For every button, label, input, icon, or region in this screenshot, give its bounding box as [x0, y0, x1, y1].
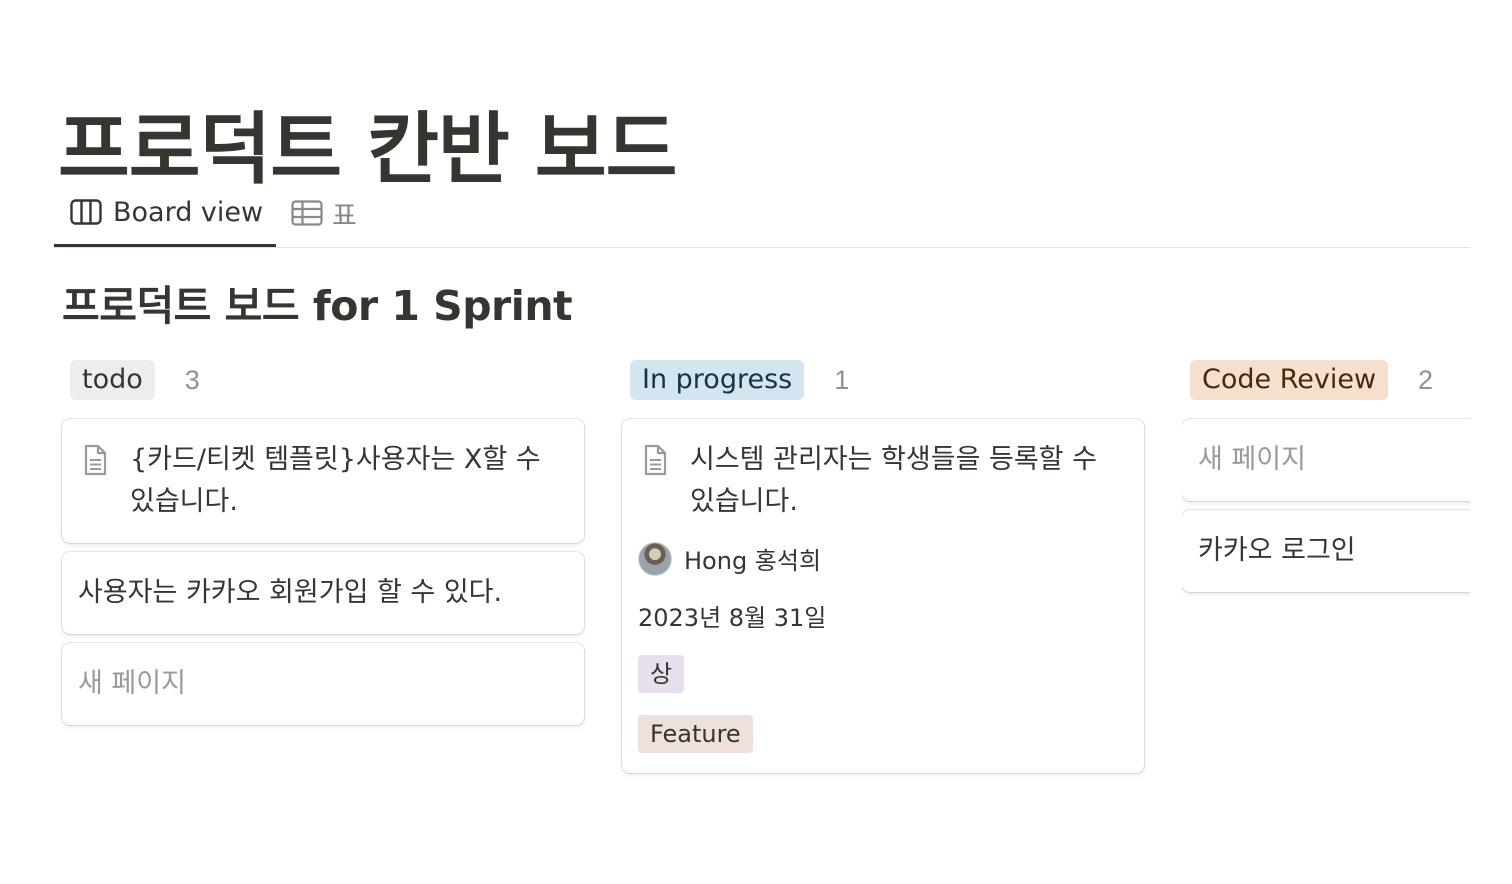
status-pill-todo: todo — [70, 360, 155, 400]
board-card[interactable]: 새 페이지 — [1182, 419, 1470, 501]
status-pill-code-review: Code Review — [1190, 360, 1389, 400]
column-todo: todo 3 {카드/티켓 템플릿}사용자는 X할 수 있습니다. 사용자는 카… — [62, 360, 584, 734]
document-icon — [78, 443, 112, 477]
column-in-progress: In progress 1 시스템 관리자는 학생들을 등록할 수 있습니다. — [622, 360, 1144, 782]
type-tag: Feature — [638, 715, 753, 753]
tab-table-view[interactable]: 표 — [290, 180, 357, 246]
tab-board-view[interactable]: Board view — [54, 180, 276, 247]
column-header[interactable]: todo 3 — [62, 360, 584, 400]
board-card[interactable]: {카드/티켓 템플릿}사용자는 X할 수 있습니다. — [62, 419, 584, 543]
card-title: 시스템 관리자는 학생들을 등록할 수 있습니다. — [690, 444, 1097, 517]
status-pill-in-progress: In progress — [630, 360, 805, 400]
column-count: 1 — [834, 364, 850, 395]
column-header[interactable]: Code Review 2 — [1182, 360, 1470, 400]
table-icon — [290, 199, 324, 227]
view-tabs: Board view 표 — [54, 180, 1470, 248]
priority-tag: 상 — [638, 655, 685, 693]
card-title-placeholder: 새 페이지 — [78, 668, 186, 699]
avatar — [638, 541, 672, 576]
board-card[interactable]: 시스템 관리자는 학생들을 등록할 수 있습니다. Hong 홍석희 2023년… — [622, 419, 1144, 773]
tab-board-view-label: Board view — [113, 196, 264, 228]
assignee-name: Hong 홍석희 — [684, 547, 822, 575]
column-count: 2 — [1418, 364, 1434, 395]
board-title[interactable]: 프로덕트 보드 for 1 Sprint — [62, 272, 573, 332]
card-title: 카카오 로그인 — [1198, 535, 1356, 566]
board-card[interactable]: 카카오 로그인 — [1182, 510, 1470, 592]
tab-table-view-label: 표 — [332, 200, 357, 232]
board-card[interactable]: 사용자는 카카오 회원가입 할 수 있다. — [62, 552, 584, 634]
assignee-property: Hong 홍석희 — [638, 541, 1128, 576]
column-count: 3 — [184, 364, 200, 395]
document-icon — [638, 443, 672, 477]
board-card[interactable]: 새 페이지 — [62, 643, 584, 725]
column-header[interactable]: In progress 1 — [622, 360, 1144, 400]
card-title: {카드/티켓 템플릿}사용자는 X할 수 있습니다. — [130, 444, 541, 517]
card-title: 사용자는 카카오 회원가입 할 수 있다. — [78, 577, 503, 608]
card-title-placeholder: 새 페이지 — [1198, 444, 1306, 475]
board-columns-icon — [69, 198, 103, 226]
due-date: 2023년 8월 31일 — [638, 604, 827, 632]
column-code-review: Code Review 2 새 페이지 카카오 로그인 — [1182, 360, 1470, 601]
